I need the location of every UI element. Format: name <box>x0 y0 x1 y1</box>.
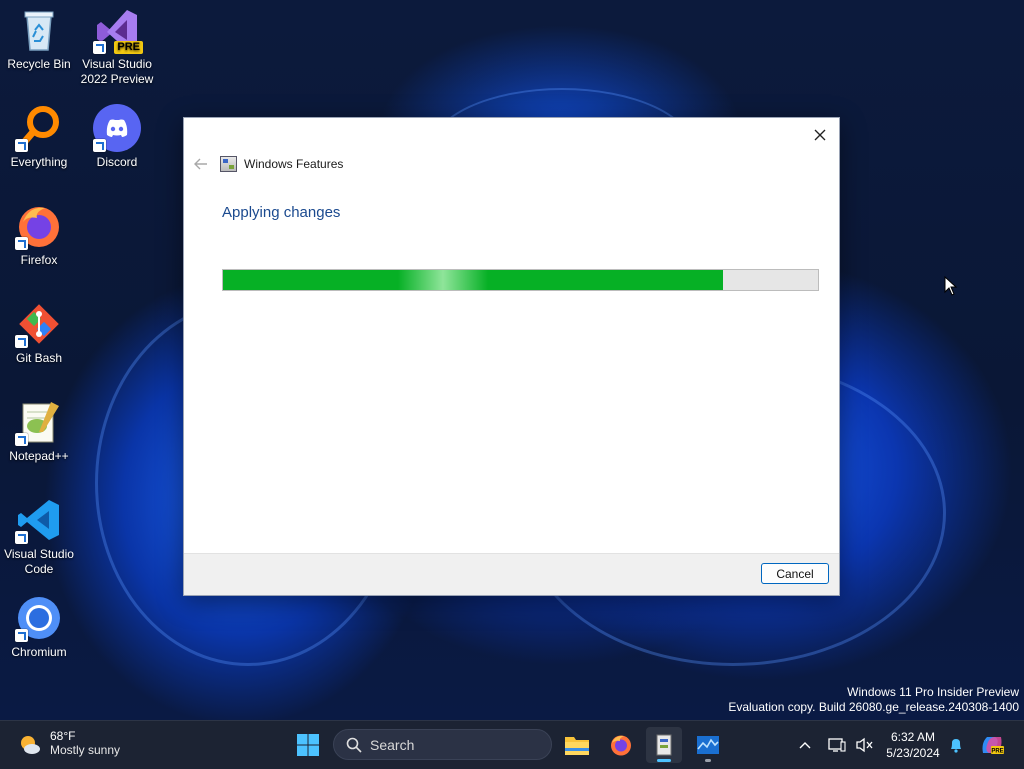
volume-muted-icon <box>856 737 873 753</box>
taskbar-file-explorer[interactable] <box>559 727 595 763</box>
copilot-button[interactable]: PRE <box>974 733 1010 757</box>
desktop-icon-label: Recycle Bin <box>7 57 71 71</box>
recycle-bin-icon <box>15 6 63 54</box>
notifications-area: PRE <box>947 721 1010 769</box>
dialog-footer: Cancel <box>184 553 839 595</box>
progress-bar-fill <box>223 270 723 290</box>
magnifier-orange-icon <box>15 104 63 152</box>
desktop-icon-git-bash[interactable]: Git Bash <box>0 300 78 366</box>
taskbar-windows-features[interactable] <box>646 727 682 763</box>
mouse-cursor-icon <box>944 275 958 301</box>
desktop-icon-label: Visual Studio Code <box>4 547 74 576</box>
desktop-icon-label: Discord <box>96 155 138 169</box>
back-arrow-icon <box>194 158 207 170</box>
taskbar-firefox[interactable] <box>603 727 639 763</box>
desktop-icon-firefox[interactable]: Firefox <box>0 202 78 268</box>
running-app-indicator <box>705 759 711 762</box>
desktop-icon-label: Chromium <box>11 645 67 659</box>
desktop-icon-discord[interactable]: Discord <box>78 104 156 170</box>
taskbar: 68°F Mostly sunny Search 6:32 AM 5/23/20… <box>0 720 1024 769</box>
search-label: Search <box>370 736 415 753</box>
svg-text:PRE: PRE <box>991 749 1003 755</box>
cancel-button[interactable]: Cancel <box>761 563 829 584</box>
system-tray <box>796 721 878 769</box>
notepad-plus-plus-icon <box>15 398 63 446</box>
network-button[interactable] <box>822 737 852 753</box>
active-app-indicator <box>657 759 671 762</box>
task-manager-icon <box>697 736 719 754</box>
start-button[interactable] <box>290 727 326 763</box>
copilot-icon: PRE <box>982 737 1004 755</box>
desktop-icon-label: Git Bash <box>15 351 63 365</box>
shortcut-arrow-icon <box>15 237 28 250</box>
dialog-window-title: Windows Features <box>244 157 344 171</box>
shortcut-arrow-icon <box>93 139 106 152</box>
shortcut-arrow-icon <box>15 433 28 446</box>
partly-sunny-icon <box>18 733 40 755</box>
show-hidden-icons-button[interactable] <box>796 741 814 749</box>
shortcut-arrow-icon <box>15 139 28 152</box>
folder-icon <box>565 737 589 755</box>
desktop-icon-label: Everything <box>10 155 68 169</box>
notifications-button[interactable] <box>947 737 965 753</box>
bell-icon <box>951 739 961 753</box>
desktop-icon-label: Notepad++ <box>9 449 69 463</box>
desktop-icon-label: Visual Studio 2022 Preview <box>80 57 154 86</box>
desktop-icon-everything[interactable]: Everything <box>0 104 78 170</box>
watermark-line-build: Evaluation copy. Build 26080.ge_release.… <box>728 700 1019 714</box>
windows-features-dialog: Windows Features Applying changes Cancel <box>183 117 840 596</box>
discord-icon <box>93 104 141 152</box>
close-icon <box>814 129 826 141</box>
volume-button[interactable] <box>852 737 878 753</box>
clock-date: 5/23/2024 <box>886 746 940 760</box>
windows-features-icon <box>220 156 237 172</box>
desktop-icon-notepad-plus-plus[interactable]: Notepad++ <box>0 398 78 464</box>
vscode-icon <box>15 496 63 544</box>
taskbar-clock[interactable]: 6:32 AM 5/23/2024 <box>880 729 946 761</box>
desktop-icon-label: Firefox <box>20 253 58 267</box>
watermark-line-edition: Windows 11 Pro Insider Preview <box>847 685 1019 699</box>
network-monitor-icon <box>828 738 846 752</box>
git-bash-icon <box>15 300 63 348</box>
back-button[interactable] <box>192 155 210 173</box>
chromium-icon <box>15 594 63 642</box>
preview-badge: PRE <box>114 41 143 54</box>
dialog-header: Windows Features <box>192 154 343 174</box>
search-icon <box>346 737 362 753</box>
shortcut-arrow-icon <box>15 335 28 348</box>
weather-temperature: 68°F <box>50 729 76 743</box>
close-button[interactable] <box>807 123 833 147</box>
desktop-icon-recycle-bin[interactable]: Recycle Bin <box>0 6 78 72</box>
weather-widget[interactable]: 68°F Mostly sunny <box>18 729 120 758</box>
taskbar-search[interactable]: Search <box>333 729 552 760</box>
weather-condition: Mostly sunny <box>50 743 121 757</box>
os-watermark: Windows 11 Pro Insider Preview Evaluatio… <box>728 685 1019 715</box>
shortcut-arrow-icon <box>15 531 28 544</box>
windows-features-icon <box>656 734 672 756</box>
firefox-icon <box>611 735 631 756</box>
visual-studio-icon: PRE <box>93 6 143 54</box>
firefox-icon <box>15 202 63 250</box>
clock-time: 6:32 AM <box>890 730 936 744</box>
desktop-icon-chromium[interactable]: Chromium <box>0 594 78 660</box>
chevron-up-icon <box>799 742 811 749</box>
desktop-icon-visual-studio-code[interactable]: Visual Studio Code <box>0 496 78 577</box>
shortcut-arrow-icon <box>15 629 28 642</box>
taskbar-task-manager[interactable] <box>690 727 726 763</box>
desktop-icon-visual-studio-2022-preview[interactable]: PRE Visual Studio 2022 Preview <box>78 6 156 87</box>
dialog-heading: Applying changes <box>222 204 341 221</box>
shortcut-arrow-icon <box>93 41 106 54</box>
windows-logo-icon <box>297 734 319 756</box>
progress-bar <box>222 269 819 291</box>
